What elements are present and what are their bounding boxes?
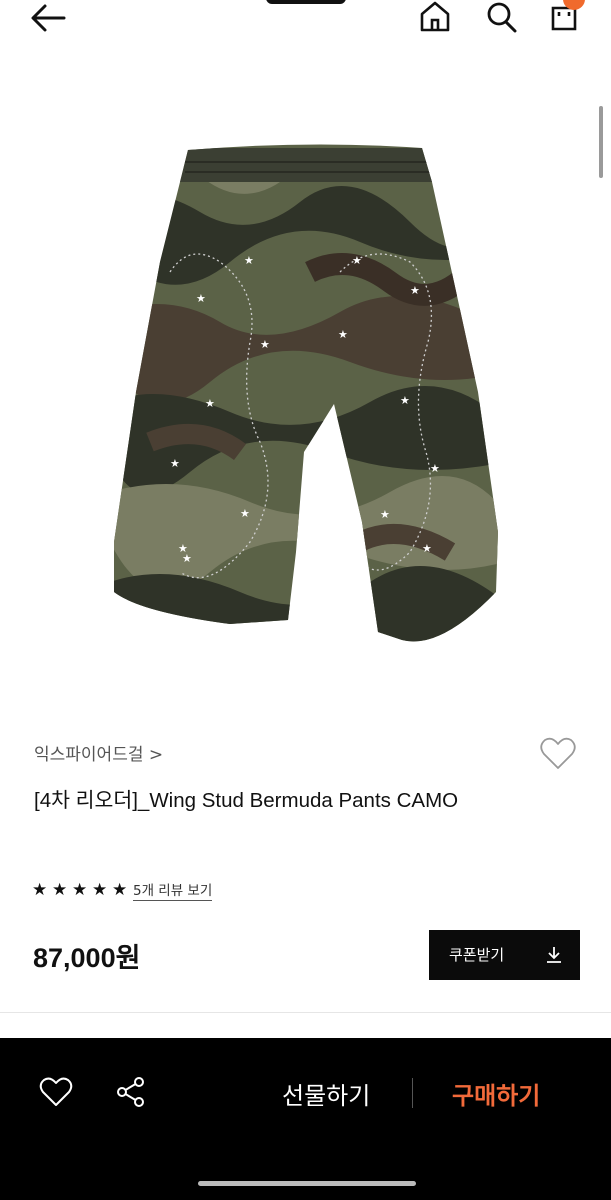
svg-text:★: ★ (400, 394, 410, 407)
svg-text:★: ★ (338, 328, 348, 341)
svg-text:★: ★ (430, 462, 440, 475)
star-icon: ★ (52, 880, 68, 900)
like-heart-icon[interactable] (38, 1074, 74, 1110)
top-navigation-bar (0, 0, 611, 40)
svg-text:★: ★ (182, 552, 192, 565)
svg-text:★: ★ (352, 254, 362, 267)
search-icon[interactable] (484, 0, 518, 34)
rating-stars: ★ ★ ★ ★ ★ (32, 881, 132, 901)
download-icon (547, 947, 561, 963)
back-arrow-icon[interactable] (28, 2, 68, 34)
svg-text:★: ★ (205, 397, 215, 410)
svg-text:★: ★ (422, 542, 432, 555)
svg-text:★: ★ (410, 284, 420, 297)
star-icon: ★ (72, 880, 88, 900)
section-divider (0, 1012, 611, 1013)
bottom-bar-separator (412, 1078, 413, 1108)
svg-text:★: ★ (240, 507, 250, 520)
svg-text:★: ★ (260, 338, 270, 351)
svg-text:★: ★ (380, 508, 390, 521)
brand-link[interactable]: 익스파이어드걸 > (34, 740, 163, 765)
home-indicator (198, 1181, 416, 1186)
svg-text:★: ★ (196, 292, 206, 305)
gift-button[interactable]: 선물하기 (282, 1076, 370, 1111)
share-icon[interactable] (113, 1074, 149, 1110)
star-icon: ★ (32, 880, 48, 900)
review-link[interactable]: 5개 리뷰 보기 (133, 879, 213, 901)
star-icon: ★ (92, 880, 108, 900)
coupon-button-label: 쿠폰받기 (449, 946, 505, 964)
product-image: ★★★ ★★★ ★★★ ★★★ ★★★ (114, 144, 498, 642)
product-price: 87,000원 (33, 943, 141, 973)
svg-text:★: ★ (170, 457, 180, 470)
buy-button[interactable]: 구매하기 (452, 1076, 540, 1111)
coupon-download-button[interactable]: 쿠폰받기 (429, 930, 580, 980)
home-icon[interactable] (418, 0, 452, 34)
bottom-action-bar: 선물하기 구매하기 (0, 1038, 611, 1200)
wishlist-heart-icon[interactable] (538, 734, 578, 774)
star-icon: ★ (112, 880, 128, 900)
status-notch (266, 0, 346, 4)
scrollbar-thumb[interactable] (599, 106, 603, 178)
svg-text:★: ★ (244, 254, 254, 267)
product-title: [4차 리오더]_Wing Stud Bermuda Pants CAMO (34, 789, 459, 812)
